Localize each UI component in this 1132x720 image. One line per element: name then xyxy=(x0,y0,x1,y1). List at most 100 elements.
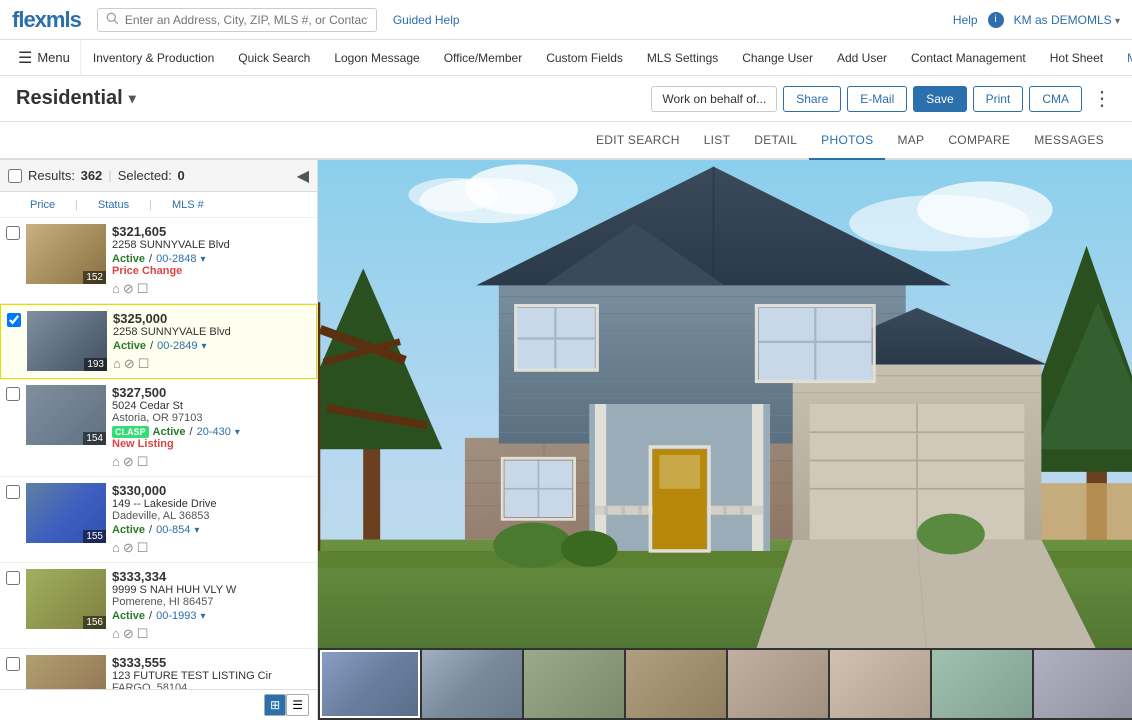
cma-button[interactable]: CMA xyxy=(1029,86,1082,112)
tab-photos[interactable]: PHOTOS xyxy=(809,122,885,160)
list-item[interactable]: 155 $330,000 149 -- Lakeside Drive Dadev… xyxy=(0,477,317,563)
block-icon[interactable]: ⊘ xyxy=(124,356,135,372)
listing-thumbnail[interactable]: 156 xyxy=(26,569,106,629)
status-active-badge: Active xyxy=(113,340,146,352)
listing-thumbnail[interactable]: 152 xyxy=(26,224,106,284)
menu-label: Menu xyxy=(37,50,70,65)
tab-compare[interactable]: COMPARE xyxy=(936,122,1022,160)
mls-dropdown-icon[interactable]: ▾ xyxy=(235,427,240,438)
nav-inventory[interactable]: Inventory & Production xyxy=(81,40,226,76)
status-mls-number[interactable]: 00-2848 xyxy=(156,253,196,265)
listing-thumbnail[interactable]: 154 xyxy=(26,385,106,445)
nav-office-member[interactable]: Office/Member xyxy=(432,40,534,76)
list-item[interactable]: 197 $333,555 123 FUTURE TEST LISTING Cir… xyxy=(0,649,317,689)
nav-change-user[interactable]: Change User xyxy=(730,40,825,76)
share-button[interactable]: Share xyxy=(783,86,841,112)
home-icon[interactable]: ⌂ xyxy=(112,281,120,297)
edit-icon[interactable]: ☐ xyxy=(137,540,149,556)
list-item[interactable]: 154 $327,500 5024 Cedar St Astoria, OR 9… xyxy=(0,379,317,477)
more-options-button[interactable]: ⋮ xyxy=(1088,86,1116,111)
edit-icon[interactable]: ☐ xyxy=(137,281,149,297)
collapse-panel-button[interactable]: ◀ xyxy=(297,166,309,186)
listing-thumbnail[interactable]: 193 xyxy=(27,311,107,371)
home-icon[interactable]: ⌂ xyxy=(112,540,120,556)
listing-checkbox[interactable] xyxy=(6,657,20,671)
listing-checkbox[interactable] xyxy=(6,571,20,585)
status-mls-number[interactable]: 00-1993 xyxy=(156,610,196,622)
work-behalf-button[interactable]: Work on behalf of... xyxy=(651,86,777,112)
photo-thumb-1[interactable] xyxy=(320,650,420,718)
mls-dropdown-icon[interactable]: ▾ xyxy=(200,611,205,622)
nav-contact-management[interactable]: Contact Management xyxy=(899,40,1038,76)
info-icon[interactable]: i xyxy=(988,12,1004,28)
tab-list[interactable]: LIST xyxy=(692,122,743,160)
home-icon[interactable]: ⌂ xyxy=(113,356,121,372)
listing-checkbox[interactable] xyxy=(6,226,20,240)
photo-thumb-7[interactable] xyxy=(932,650,1032,718)
photo-thumb-3[interactable] xyxy=(524,650,624,718)
col-mls[interactable]: MLS # xyxy=(172,199,204,211)
listing-checkbox[interactable] xyxy=(6,485,20,499)
listing-details: $330,000 149 -- Lakeside Drive Dadeville… xyxy=(112,483,311,556)
print-button[interactable]: Print xyxy=(973,86,1024,112)
mls-dropdown-icon[interactable]: ▾ xyxy=(201,341,206,352)
photo-thumb-5[interactable] xyxy=(728,650,828,718)
top-navigation: flexmls Guided Help Help i KM as DEMOMLS… xyxy=(0,0,1132,40)
main-photo-area[interactable]: 1/ 10 xyxy=(318,160,1132,648)
app-logo: flexmls xyxy=(12,7,81,33)
user-menu[interactable]: KM as DEMOMLS ▾ xyxy=(1014,13,1120,27)
listing-thumbnail[interactable]: 197 xyxy=(26,655,106,689)
col-status[interactable]: Status xyxy=(98,199,129,211)
tab-map[interactable]: MAP xyxy=(885,122,936,160)
col-price[interactable]: Price xyxy=(30,199,55,211)
nav-quick-search[interactable]: Quick Search xyxy=(226,40,322,76)
nav-logon-message[interactable]: Logon Message xyxy=(322,40,431,76)
title-dropdown-icon[interactable]: ▾ xyxy=(129,90,136,107)
menu-button[interactable]: ☰ Menu xyxy=(8,40,81,76)
nav-custom-fields[interactable]: Custom Fields xyxy=(534,40,635,76)
search-bar[interactable] xyxy=(97,8,377,32)
list-item[interactable]: 152 $321,605 2258 SUNNYVALE Blvd Active … xyxy=(0,218,317,304)
menu-bar: ☰ Menu Inventory & Production Quick Sear… xyxy=(0,40,1132,76)
thumb-number: 154 xyxy=(83,432,106,445)
edit-icon[interactable]: ☐ xyxy=(137,626,149,642)
edit-icon[interactable]: ☐ xyxy=(137,454,149,470)
home-icon[interactable]: ⌂ xyxy=(112,454,120,470)
status-mls-number[interactable]: 20-430 xyxy=(197,426,231,438)
status-mls-number[interactable]: 00-2849 xyxy=(157,340,197,352)
nav-hot-sheet[interactable]: Hot Sheet xyxy=(1038,40,1115,76)
nav-add-user[interactable]: Add User xyxy=(825,40,899,76)
home-icon[interactable]: ⌂ xyxy=(112,626,120,642)
help-button[interactable]: Help xyxy=(953,13,978,27)
nav-more[interactable]: More ▾ xyxy=(1115,40,1132,76)
photo-thumb-2[interactable] xyxy=(422,650,522,718)
search-input[interactable] xyxy=(125,13,368,27)
list-item[interactable]: 193 $325,000 2258 SUNNYVALE Blvd Active … xyxy=(0,304,317,379)
photo-thumb-8[interactable] xyxy=(1034,650,1132,718)
listing-checkbox[interactable] xyxy=(6,387,20,401)
email-button[interactable]: E-Mail xyxy=(847,86,907,112)
mls-dropdown-icon[interactable]: ▾ xyxy=(200,254,205,265)
block-icon[interactable]: ⊘ xyxy=(123,281,134,297)
tab-detail[interactable]: DETAIL xyxy=(742,122,809,160)
listing-address: 2258 SUNNYVALE Blvd xyxy=(112,239,311,251)
block-icon[interactable]: ⊘ xyxy=(123,540,134,556)
tab-messages[interactable]: MESSAGES xyxy=(1022,122,1116,160)
mls-dropdown-icon[interactable]: ▾ xyxy=(194,525,199,536)
block-icon[interactable]: ⊘ xyxy=(123,454,134,470)
photo-thumb-4[interactable] xyxy=(626,650,726,718)
list-item[interactable]: 156 $333,334 9999 S NAH HUH VLY W Pomere… xyxy=(0,563,317,649)
listing-checkbox[interactable] xyxy=(7,313,21,327)
block-icon[interactable]: ⊘ xyxy=(123,626,134,642)
list-view-button[interactable]: ☰ xyxy=(286,694,309,716)
save-button[interactable]: Save xyxy=(913,86,966,112)
select-all-checkbox[interactable] xyxy=(8,169,22,183)
edit-icon[interactable]: ☐ xyxy=(138,356,150,372)
grid-view-button[interactable]: ⊞ xyxy=(264,694,286,716)
guided-help-link[interactable]: Guided Help xyxy=(393,13,460,27)
listing-thumbnail[interactable]: 155 xyxy=(26,483,106,543)
status-mls-number[interactable]: 00-854 xyxy=(156,524,190,536)
photo-thumb-6[interactable] xyxy=(830,650,930,718)
nav-mls-settings[interactable]: MLS Settings xyxy=(635,40,730,76)
tab-edit-search[interactable]: EDIT SEARCH xyxy=(584,122,692,160)
